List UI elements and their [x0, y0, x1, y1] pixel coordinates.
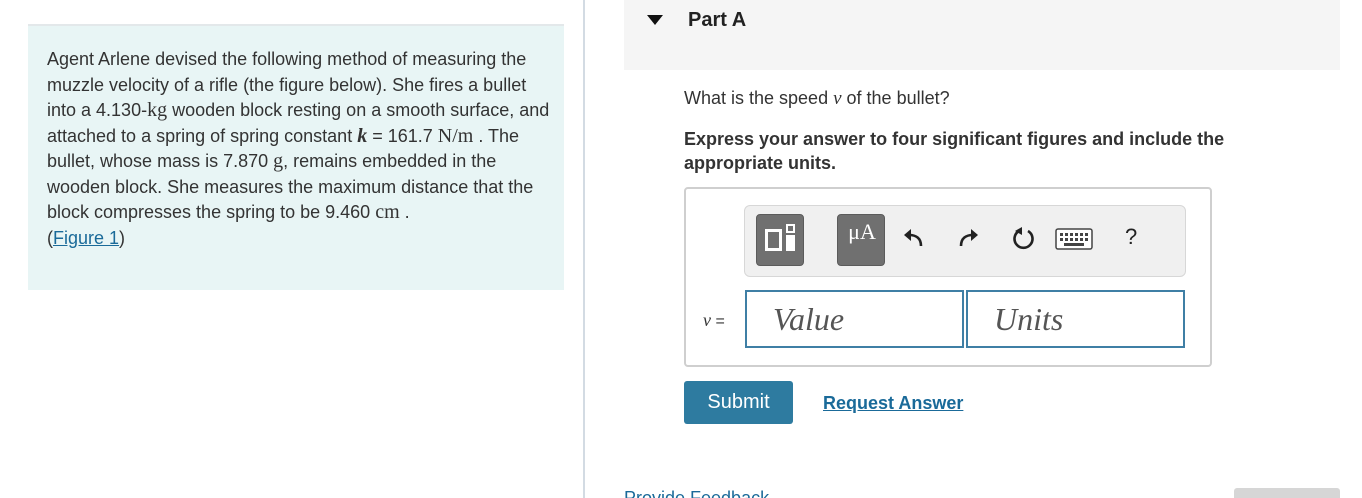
- figure-1-link[interactable]: Figure 1: [53, 228, 119, 248]
- next-button[interactable]: [1234, 488, 1340, 498]
- panel-divider: [583, 0, 585, 498]
- question-text: What is the speed v of the bullet?: [684, 88, 950, 110]
- keyboard-icon[interactable]: [1055, 228, 1093, 250]
- templates-button[interactable]: [756, 214, 804, 266]
- units-button[interactable]: μA: [837, 214, 885, 266]
- problem-statement: Agent Arlene devised the following metho…: [47, 47, 552, 251]
- unit-kg: kg: [147, 99, 168, 121]
- undo-icon[interactable]: [900, 224, 928, 252]
- unit-cm: cm: [375, 201, 400, 223]
- collapse-caret-icon[interactable]: [647, 15, 663, 25]
- question-var: v: [833, 88, 842, 109]
- question-suffix: of the bullet?: [841, 88, 950, 108]
- submit-button[interactable]: Submit: [684, 381, 793, 424]
- unit-g: g: [273, 150, 284, 172]
- units-symbol: μA: [848, 219, 876, 244]
- problem-text-3: = 161.7: [367, 125, 438, 146]
- redo-icon[interactable]: [954, 224, 982, 252]
- part-title: Part A: [688, 9, 747, 31]
- units-input[interactable]: Units: [966, 290, 1185, 348]
- var-k: k: [357, 124, 368, 147]
- provide-feedback-link[interactable]: Provide Feedback: [624, 488, 769, 498]
- reset-icon[interactable]: [1009, 224, 1037, 252]
- help-button[interactable]: ?: [1125, 224, 1137, 250]
- question-prefix: What is the speed: [684, 88, 834, 108]
- answer-instruction: Express your answer to four significant …: [684, 129, 1225, 173]
- problem-text-6: .: [399, 202, 410, 222]
- unit-n-per-m: N/m: [437, 124, 474, 147]
- value-input[interactable]: Value: [745, 290, 964, 348]
- answer-equals: =: [711, 313, 725, 330]
- answer-variable-label: v =: [703, 310, 725, 331]
- answer-var: v: [703, 310, 711, 330]
- request-answer-link[interactable]: Request Answer: [823, 393, 963, 414]
- figure-paren-close: ): [119, 227, 126, 248]
